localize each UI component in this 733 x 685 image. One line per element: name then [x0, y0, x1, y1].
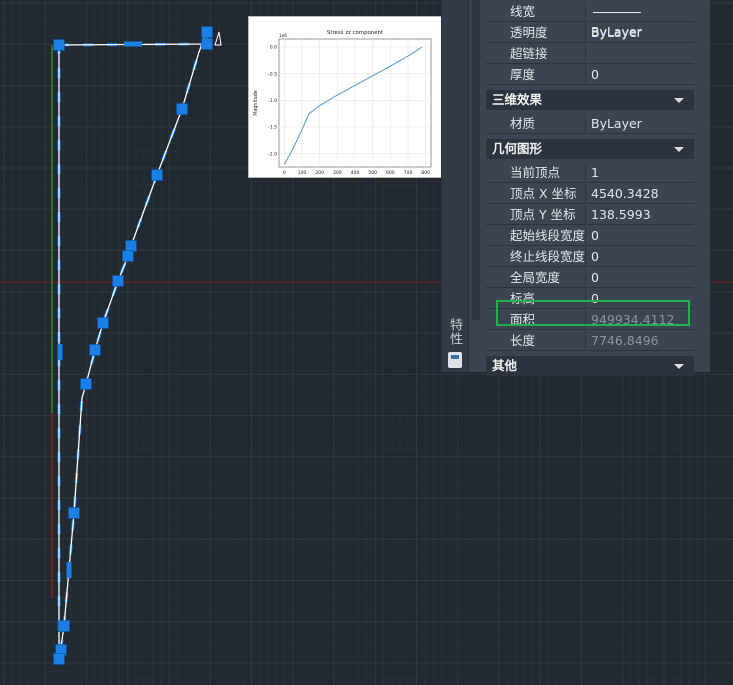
property-value[interactable]: 4540.3428 [587, 184, 694, 204]
property-row[interactable]: 厚度 0 [486, 65, 694, 86]
property-value[interactable]: ByLayer [587, 23, 694, 43]
property-value[interactable]: 0 [587, 226, 694, 246]
property-name: 超链接 [486, 44, 586, 64]
chevron-down-icon[interactable] [674, 147, 684, 152]
line-sample-icon [593, 12, 641, 13]
polyline-selection-highlight [57, 30, 209, 660]
property-value[interactable]: ByLayer [587, 2, 694, 39]
palette-menu-icon[interactable] [448, 352, 462, 368]
plot-x-tick-label: 800 [421, 170, 430, 176]
property-row[interactable]: 顶点 Y 坐标 138.5993 [486, 205, 694, 226]
plot-x-tick-label: 500 [368, 170, 377, 176]
section-other[interactable]: 其他 [486, 356, 694, 376]
vertex-grip[interactable] [112, 275, 124, 287]
vertex-grip[interactable] [151, 169, 163, 181]
property-name: 当前顶点 [486, 163, 586, 183]
plot-x-tick-label: 100 [298, 170, 307, 176]
property-name: 终止线段宽度 [486, 247, 586, 267]
property-value[interactable]: 0 [587, 289, 694, 309]
stress-plot-image: 0 100 200 300 400 500 600 700 800 0.0 -0.5 -1.0 -1.5… [248, 16, 442, 178]
property-row[interactable]: 线宽 ByLayer [486, 2, 694, 39]
plot-x-tick-label: 300 [333, 170, 342, 176]
vertex-grip[interactable] [89, 344, 101, 356]
section-other-label: 其他 [492, 358, 518, 373]
property-name: 标高 [486, 289, 586, 309]
plot-x-tick-label: 200 [315, 170, 324, 176]
section-geometry-label: 几何图形 [492, 141, 543, 156]
property-row[interactable]: 标高 0 [486, 289, 694, 310]
section-3d-effects[interactable]: 三维效果 [486, 90, 694, 110]
selected-polyline[interactable] [58, 30, 208, 660]
property-row[interactable]: 当前顶点 1 [486, 163, 694, 184]
midpoint-grip[interactable] [66, 562, 72, 578]
vertex-grip[interactable] [176, 103, 188, 115]
plot-y-label: Magnitude [253, 90, 259, 115]
palette-side-strip[interactable]: 特性 [442, 0, 469, 372]
property-value[interactable] [587, 44, 694, 64]
property-name: 起始线段宽度 [486, 226, 586, 246]
plot-y-tick-label: -0.5 [268, 71, 277, 77]
vertex-grip[interactable] [97, 317, 109, 329]
property-value[interactable]: 0 [587, 268, 694, 288]
section-3d-effects-label: 三维效果 [492, 92, 543, 107]
property-name: 顶点 Y 坐标 [486, 205, 586, 225]
vertex-grip[interactable] [201, 38, 213, 50]
property-row[interactable]: 面积 949934.4112 [486, 310, 694, 331]
plot-y-tick-label: 0.0 [270, 45, 277, 51]
property-row[interactable]: 全局宽度 0 [486, 268, 694, 289]
property-value[interactable]: ByLayer [587, 114, 694, 134]
property-name: 厚度 [486, 65, 586, 85]
property-name: 顶点 X 坐标 [486, 184, 586, 204]
property-value: 949934.4112 [587, 310, 694, 330]
property-row[interactable]: 材质 ByLayer [486, 114, 694, 135]
plot-x-tick-label: 0 [283, 170, 286, 176]
property-name: 长度 [486, 331, 586, 351]
vertex-grip[interactable] [53, 39, 65, 51]
property-row[interactable]: 长度 7746.8496 [486, 331, 694, 352]
property-value[interactable]: 138.5993 [587, 205, 694, 225]
property-name: 线宽 [486, 2, 586, 22]
plot-x-tick-label: 600 [386, 170, 395, 176]
property-value: 7746.8496 [587, 331, 694, 351]
property-name: 面积 [486, 310, 586, 330]
section-geometry[interactable]: 几何图形 [486, 139, 694, 159]
plot-x-tick-label: 700 [404, 170, 413, 176]
stress-plot-chart: 0 100 200 300 400 500 600 700 800 0.0 -0.5 -1.0 -1.5… [253, 30, 432, 177]
property-row[interactable]: 起始线段宽度 0 [486, 226, 694, 247]
property-value[interactable]: 0 [587, 247, 694, 267]
plot-scale-label: 1e6 [279, 33, 287, 38]
property-name: 材质 [486, 114, 586, 134]
property-row[interactable]: 顶点 X 坐标 4540.3428 [486, 184, 694, 205]
property-value[interactable]: 1 [587, 163, 694, 183]
chevron-down-icon[interactable] [674, 98, 684, 103]
property-value[interactable]: 0 [587, 65, 694, 85]
palette-scrollbar[interactable] [472, 0, 480, 320]
plot-x-tick-label: 400 [351, 170, 360, 176]
vertex-grip[interactable] [58, 620, 70, 632]
plot-y-tick-label: -1.0 [268, 98, 277, 104]
plot-title: Stress zz component [327, 30, 383, 36]
plot-x-label: 距离 [350, 176, 360, 177]
vertex-grip[interactable] [122, 250, 134, 262]
vertex-grip[interactable] [68, 507, 80, 519]
property-row[interactable]: 超链接 [486, 44, 694, 65]
plot-y-tick-label: -2.0 [268, 151, 277, 157]
property-row[interactable]: 终止线段宽度 0 [486, 247, 694, 268]
chevron-down-icon[interactable] [674, 364, 684, 369]
vertex-grip[interactable] [53, 653, 65, 665]
vertex-grip[interactable] [80, 378, 92, 390]
property-name: 全局宽度 [486, 268, 586, 288]
property-name: 透明度 [486, 23, 586, 43]
plot-y-tick-label: -1.5 [268, 125, 277, 131]
properties-palette: 特性 线宽 ByLayer 透明度 ByLayer 超链接 厚度 0 三维效果 材质 ByLaye… [441, 0, 710, 376]
palette-title: 特性 [447, 318, 462, 346]
property-row[interactable]: 透明度 ByLayer [486, 23, 694, 44]
vertex-grip[interactable] [125, 240, 137, 252]
midpoint-grip[interactable] [124, 41, 142, 47]
midpoint-grip[interactable] [57, 344, 63, 360]
vertex-grip[interactable] [201, 26, 213, 38]
